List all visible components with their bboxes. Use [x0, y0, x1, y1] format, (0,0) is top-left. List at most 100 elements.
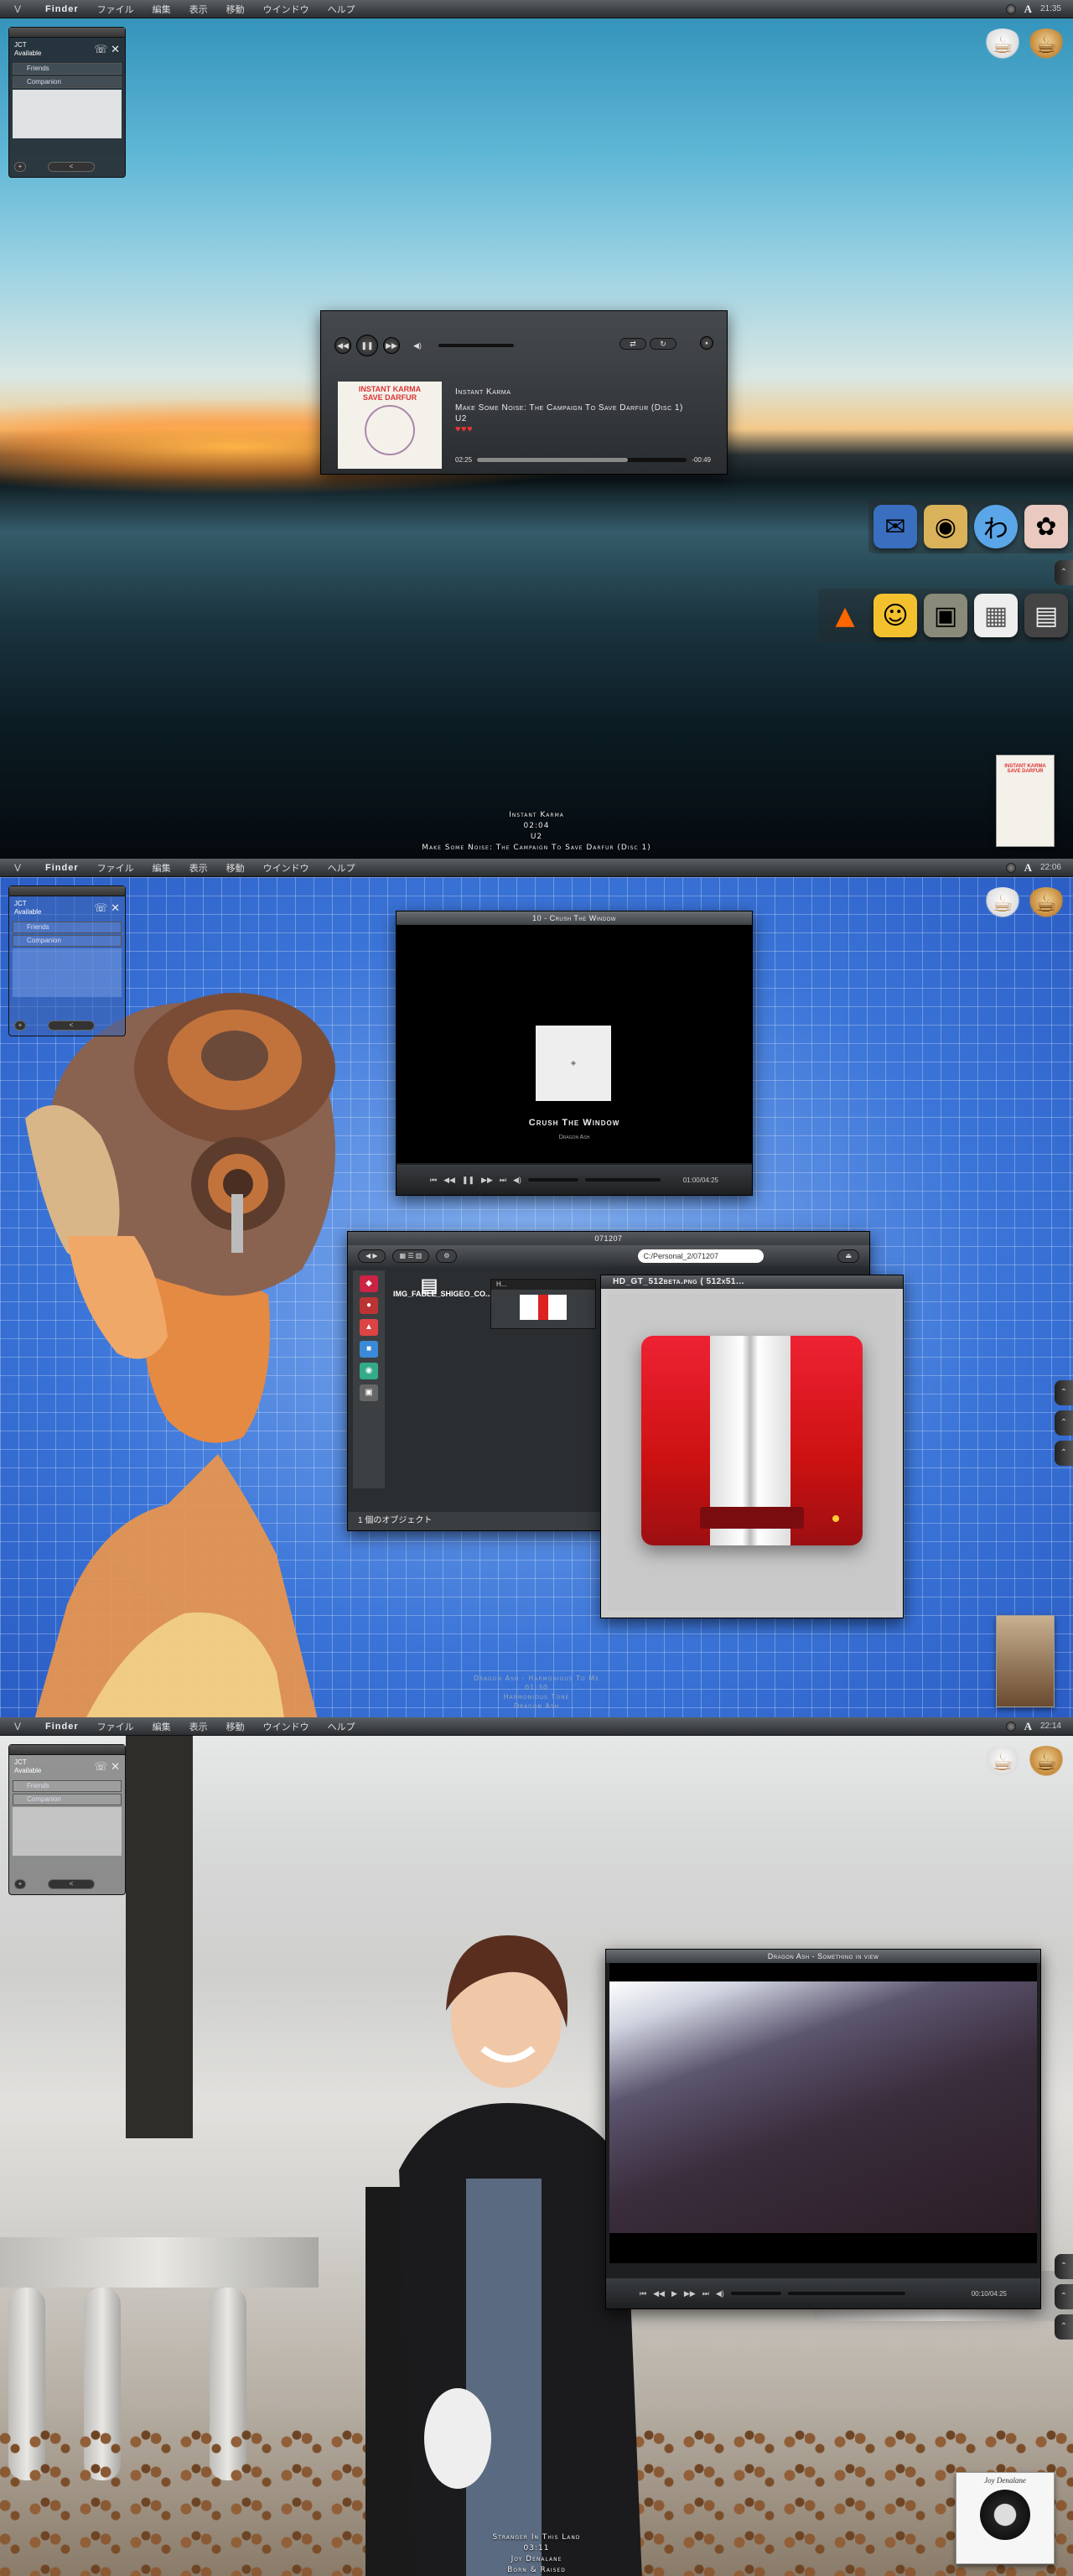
status-icon[interactable]: [1005, 3, 1016, 14]
group-friends[interactable]: Friends: [13, 922, 122, 933]
sidebar-icon-5[interactable]: ◉: [360, 1363, 378, 1379]
group-companion[interactable]: Companion: [13, 935, 122, 947]
buddy-actions-button[interactable]: <: [48, 1879, 95, 1889]
menu-go[interactable]: 移動: [226, 1720, 245, 1733]
menu-help[interactable]: ヘルプ: [328, 3, 355, 16]
preview-title[interactable]: HD_GT_512beta.png ( 512x51...: [601, 1275, 903, 1289]
phone-icon[interactable]: ☏ ✕: [94, 901, 120, 915]
concert-video-frame[interactable]: [609, 1981, 1037, 2233]
seek-slider[interactable]: [787, 2292, 905, 2295]
back-forward-button[interactable]: ◀ ▶: [358, 1249, 386, 1263]
cat-icon[interactable]: ☺: [873, 594, 917, 637]
status-icon[interactable]: [1005, 1721, 1016, 1732]
sidebar-icon-2[interactable]: ●: [360, 1297, 378, 1314]
menu-file[interactable]: ファイル: [97, 1720, 134, 1733]
volume-slider[interactable]: [730, 2292, 781, 2295]
rating-hearts[interactable]: ♥♥♥: [455, 424, 707, 435]
file-item[interactable]: ▤ IMG_FABLE_SHIGEO_CO...: [393, 1276, 492, 1299]
menu-help[interactable]: ヘルプ: [328, 861, 355, 875]
menu-edit[interactable]: 編集: [153, 3, 171, 16]
menu-file[interactable]: ファイル: [97, 3, 134, 16]
menu-finder[interactable]: Finder: [45, 4, 79, 14]
apple-menu-icon[interactable]: V: [8, 862, 27, 874]
add-buddy-button[interactable]: +: [14, 1021, 26, 1031]
finder-title[interactable]: 071207: [348, 1232, 869, 1245]
view-mode-button[interactable]: ▦ ☰ ▥: [391, 1249, 430, 1263]
tv-icon[interactable]: ▣: [924, 594, 967, 637]
side-button-1[interactable]: ⌃: [1055, 2254, 1073, 2279]
menubar-clock[interactable]: 22:06: [1040, 863, 1061, 872]
menu-window[interactable]: ウインドウ: [263, 3, 309, 16]
forward-icon[interactable]: ▶▶: [481, 1176, 493, 1185]
plate-icon[interactable]: ◉: [924, 505, 967, 548]
video-window-title[interactable]: 10 - Crush The Window: [397, 911, 752, 925]
sidebar-icon-1[interactable]: ◆: [360, 1275, 378, 1292]
remote-icon[interactable]: ▦: [974, 594, 1018, 637]
sidebar-icon-6[interactable]: ▣: [360, 1384, 378, 1401]
buddy-status[interactable]: Available: [14, 908, 41, 917]
seek-slider[interactable]: [584, 1178, 661, 1182]
input-menu[interactable]: A: [1024, 861, 1032, 875]
shuffle-button[interactable]: ⇄: [619, 338, 646, 350]
side-button-1[interactable]: ⌃: [1055, 1380, 1073, 1405]
menu-finder[interactable]: Finder: [45, 1722, 79, 1732]
side-button-up[interactable]: ⌃: [1055, 560, 1073, 585]
input-menu[interactable]: A: [1024, 1720, 1032, 1733]
coffee-cup-icon-2[interactable]: ☕: [1026, 29, 1066, 62]
action-button[interactable]: ⚙: [436, 1249, 458, 1263]
menubar-clock[interactable]: 22:14: [1040, 1722, 1061, 1731]
group-companion[interactable]: Companion: [13, 76, 122, 88]
pause-icon[interactable]: ❚❚: [356, 335, 378, 356]
coffee-cup-icon[interactable]: ☕: [982, 887, 1023, 921]
path-field[interactable]: C:/Personal_2/071207: [638, 1249, 765, 1263]
input-menu[interactable]: A: [1024, 3, 1032, 16]
progress-track[interactable]: [477, 458, 687, 462]
skip-forward-icon[interactable]: ⏭: [702, 2289, 709, 2298]
menubar-clock[interactable]: 21:35: [1040, 4, 1061, 13]
pause-icon[interactable]: ❚❚: [462, 1176, 474, 1185]
album-cover-thumbnail[interactable]: [996, 1615, 1055, 1707]
menu-finder[interactable]: Finder: [45, 863, 79, 873]
rewind-icon[interactable]: ◀◀: [653, 2289, 665, 2298]
menu-view[interactable]: 表示: [189, 3, 208, 16]
menu-view[interactable]: 表示: [189, 1720, 208, 1733]
menu-edit[interactable]: 編集: [153, 861, 171, 875]
side-button-2[interactable]: ⌃: [1055, 1410, 1073, 1436]
apple-menu-icon[interactable]: V: [8, 3, 27, 15]
clapper-icon[interactable]: ▤: [1024, 594, 1068, 637]
forward-icon[interactable]: ▶▶: [684, 2289, 696, 2298]
buddy-status[interactable]: Available: [14, 49, 41, 58]
group-companion[interactable]: Companion: [13, 1794, 122, 1805]
play-icon[interactable]: ▶: [671, 2289, 677, 2298]
column-thumbnail[interactable]: [520, 1295, 567, 1320]
menu-help[interactable]: ヘルプ: [328, 1720, 355, 1733]
menu-window[interactable]: ウインドウ: [263, 861, 309, 875]
mail-icon[interactable]: ✉: [873, 505, 917, 548]
coffee-cup-icon[interactable]: ☕: [982, 29, 1023, 62]
menu-edit[interactable]: 編集: [153, 1720, 171, 1733]
chat-bubble-icon[interactable]: わ: [974, 505, 1018, 548]
coffee-cup-icon[interactable]: ☕: [982, 1746, 1023, 1779]
video-window-title[interactable]: Dragon Ash - Something in view: [606, 1950, 1040, 1963]
menu-go[interactable]: 移動: [226, 3, 245, 16]
phone-icon[interactable]: ☏ ✕: [94, 43, 120, 56]
group-friends[interactable]: Friends: [13, 1780, 122, 1792]
album-art[interactable]: INSTANT KARMA SAVE DARFUR: [338, 382, 442, 469]
next-icon[interactable]: ▶▶: [383, 337, 400, 354]
phone-icon[interactable]: ☏ ✕: [94, 1760, 120, 1774]
resize-icon[interactable]: ▪: [700, 336, 713, 350]
menu-view[interactable]: 表示: [189, 861, 208, 875]
group-friends[interactable]: Friends: [13, 63, 122, 75]
previous-icon[interactable]: ◀◀: [334, 337, 351, 354]
buddy-status[interactable]: Available: [14, 1767, 41, 1775]
add-buddy-button[interactable]: +: [14, 1879, 26, 1889]
sidebar-icon-4[interactable]: ■: [360, 1341, 378, 1358]
skip-back-icon[interactable]: ⏮: [430, 1176, 437, 1185]
buddy-actions-button[interactable]: <: [48, 1021, 95, 1031]
rewind-icon[interactable]: ◀◀: [443, 1176, 455, 1185]
skip-forward-icon[interactable]: ⏭: [500, 1176, 506, 1185]
coffee-cup-icon-2[interactable]: ☕: [1026, 1746, 1066, 1779]
menu-go[interactable]: 移動: [226, 861, 245, 875]
menu-file[interactable]: ファイル: [97, 861, 134, 875]
buddy-actions-button[interactable]: <: [48, 162, 95, 172]
